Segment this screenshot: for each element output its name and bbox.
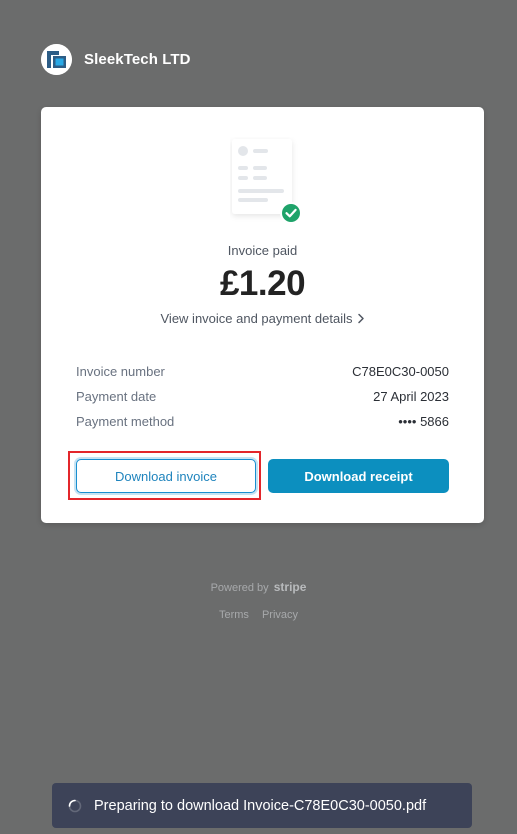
info-label: Payment date (76, 389, 157, 404)
download-toast: Preparing to download Invoice-C78E0C30-0… (52, 783, 472, 828)
sleektech-logo-icon (41, 43, 72, 75)
chevron-right-icon (357, 311, 365, 326)
loading-spinner-icon (68, 799, 82, 813)
invoice-info-table: Invoice number C78E0C30-0050 Payment dat… (76, 363, 449, 438)
invoice-amount: £1.20 (219, 264, 306, 303)
merchant-name: SleekTech LTD (84, 50, 191, 68)
invoice-status: Invoice paid (227, 243, 298, 258)
powered-by: Powered by stripe (0, 580, 517, 594)
info-value: •••• 5866 (398, 414, 449, 429)
view-details-label: View invoice and payment details (160, 311, 353, 326)
footer-links: Terms Privacy (0, 609, 517, 621)
info-row-invoice-number: Invoice number C78E0C30-0050 (76, 363, 449, 388)
invoice-document-icon (230, 137, 305, 224)
info-value: 27 April 2023 (373, 389, 449, 404)
info-row-payment-date: Payment date 27 April 2023 (76, 388, 449, 413)
invoice-card: Invoice paid £1.20 View invoice and paym… (41, 107, 484, 523)
download-invoice-button[interactable]: Download invoice (76, 459, 256, 493)
info-label: Invoice number (76, 364, 165, 379)
terms-link[interactable]: Terms (219, 609, 249, 621)
download-receipt-button[interactable]: Download receipt (268, 459, 449, 493)
view-details-link[interactable]: View invoice and payment details (41, 311, 484, 326)
stripe-logo[interactable]: stripe (274, 580, 307, 594)
info-value: C78E0C30-0050 (352, 364, 449, 379)
merchant-header: SleekTech LTD (41, 43, 191, 75)
toast-message: Preparing to download Invoice-C78E0C30-0… (94, 797, 427, 814)
powered-by-label: Powered by (210, 582, 269, 594)
info-row-payment-method: Payment method •••• 5866 (76, 413, 449, 438)
privacy-link[interactable]: Privacy (262, 609, 298, 621)
info-label: Payment method (76, 414, 175, 429)
